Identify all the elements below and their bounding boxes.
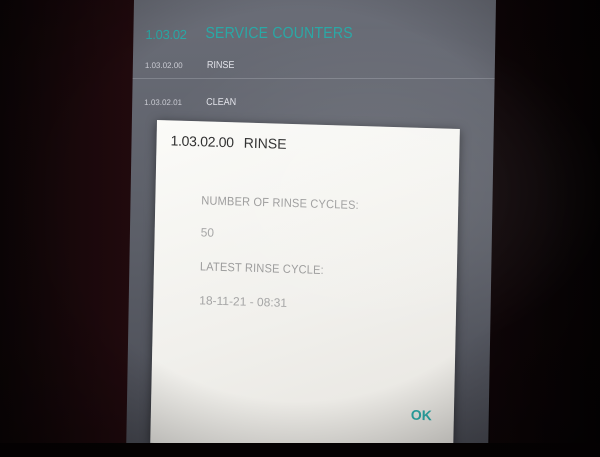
- menu-header: 1.03.02 SERVICE COUNTERS: [133, 18, 496, 50]
- menu-item-rinse[interactable]: 1.03.02.00 RINSE: [132, 52, 496, 79]
- device-bezel-right: [490, 0, 600, 457]
- dialog-title: 1.03.02.00 RINSE: [170, 132, 286, 151]
- device-bezel-left: [0, 0, 140, 457]
- latest-rinse-value: 18-11-21 - 08:31: [199, 293, 288, 310]
- device-bezel-bottom: [0, 443, 600, 457]
- menu-item-code: 1.03.02.01: [144, 97, 183, 107]
- rinse-cycles-value: 50: [200, 225, 215, 240]
- menu-item-clean[interactable]: 1.03.02.01 CLEAN: [132, 89, 494, 115]
- rinse-dialog: 1.03.02.00 RINSE NUMBER OF RINSE CYCLES:…: [150, 120, 460, 452]
- dialog-title-code: 1.03.02.00: [170, 132, 234, 151]
- device-photo: 1.03.02 SERVICE COUNTERS 1.03.02.00 RINS…: [0, 0, 600, 457]
- menu-item-code: 1.03.02.00: [144, 60, 183, 70]
- menu-header-code: 1.03.02: [145, 26, 187, 42]
- dialog-title-label: RINSE: [243, 134, 287, 152]
- menu-item-label: CLEAN: [206, 96, 237, 108]
- rinse-cycles-label: NUMBER OF RINSE CYCLES:: [201, 193, 360, 213]
- latest-rinse-label: LATEST RINSE CYCLE:: [199, 259, 324, 278]
- menu-header-title: SERVICE COUNTERS: [205, 25, 353, 42]
- menu-item-label: RINSE: [206, 59, 235, 71]
- ok-button[interactable]: OK: [405, 402, 438, 427]
